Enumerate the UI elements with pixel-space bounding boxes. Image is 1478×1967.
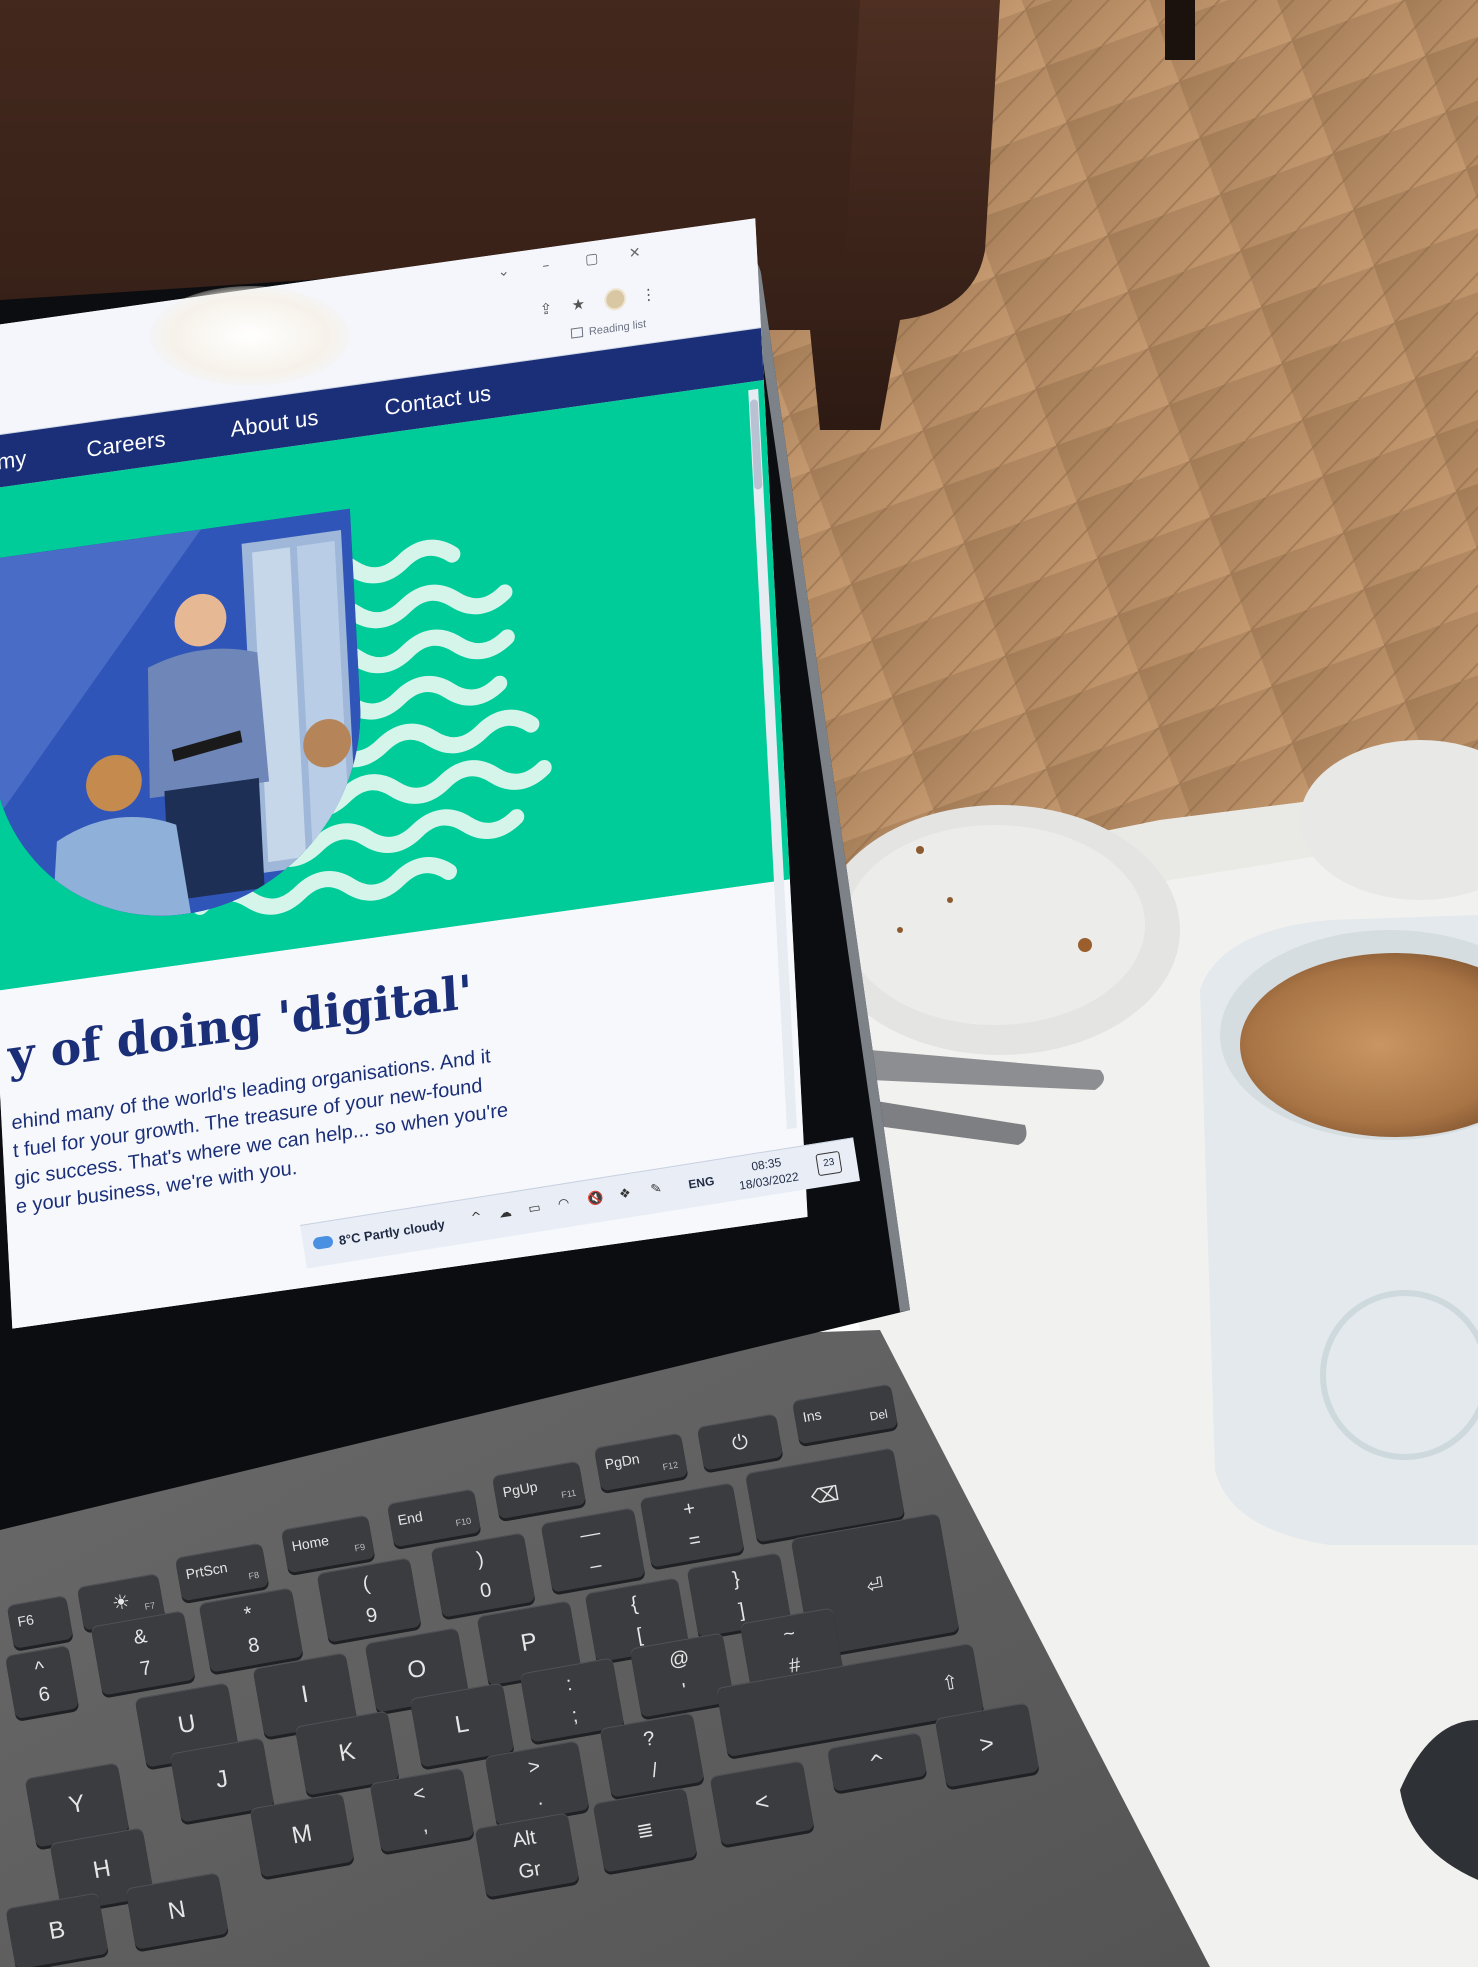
close-icon[interactable]: ✕ <box>629 244 642 262</box>
nav-item-contact-us[interactable]: Contact us <box>384 380 492 421</box>
mug-logo-emboss <box>1320 1290 1478 1460</box>
nav-item-company[interactable]: my <box>0 445 27 475</box>
chevron-down-icon[interactable]: ⌄ <box>497 263 510 281</box>
pen-icon[interactable]: ✎ <box>650 1181 663 1198</box>
language-indicator[interactable]: ENG <box>687 1174 715 1192</box>
share-icon[interactable]: ⇪ <box>539 299 552 319</box>
photo-scene: ⌄ – ▢ ✕ ⇪ ★ ⋮ Reading list my Careers Ab… <box>0 0 1478 1967</box>
dropbox-icon[interactable]: ❖ <box>618 1186 632 1203</box>
webcam-light-glare <box>150 286 350 386</box>
clock[interactable]: 08:35 18/03/2022 <box>735 1152 800 1195</box>
reading-list-icon <box>570 326 584 339</box>
laptop-screen: ⌄ – ▢ ✕ ⇪ ★ ⋮ Reading list my Careers Ab… <box>0 218 808 1329</box>
battery-icon[interactable]: ▭ <box>527 1200 541 1217</box>
volume-mute-icon[interactable]: 🔇 <box>586 1190 604 1207</box>
minimize-icon[interactable]: – <box>542 257 550 274</box>
tray-expand-icon[interactable]: ^ <box>470 1210 483 1227</box>
nav-item-about-us[interactable]: About us <box>230 404 319 442</box>
reading-list-button[interactable]: Reading list <box>570 318 647 341</box>
key-left-edge[interactable]: ^ 6 <box>4 1644 80 1720</box>
onedrive-icon[interactable]: ☁ <box>498 1205 513 1222</box>
reading-list-label: Reading list <box>588 318 647 339</box>
chair-leg <box>1165 0 1195 60</box>
profile-avatar[interactable] <box>603 286 627 312</box>
nav-item-careers[interactable]: Careers <box>86 426 167 463</box>
weather-text: 8°C Partly cloudy <box>337 1216 446 1249</box>
weather-widget[interactable]: 8°C Partly cloudy <box>312 1216 446 1252</box>
maximize-icon[interactable]: ▢ <box>585 250 599 268</box>
kebab-menu-icon[interactable]: ⋮ <box>641 285 657 305</box>
notification-center-icon[interactable]: 23 <box>815 1150 843 1177</box>
bookmark-star-icon[interactable]: ★ <box>571 295 585 315</box>
weather-cloud-icon <box>312 1235 334 1251</box>
wifi-icon[interactable]: ◠ <box>557 1196 571 1213</box>
